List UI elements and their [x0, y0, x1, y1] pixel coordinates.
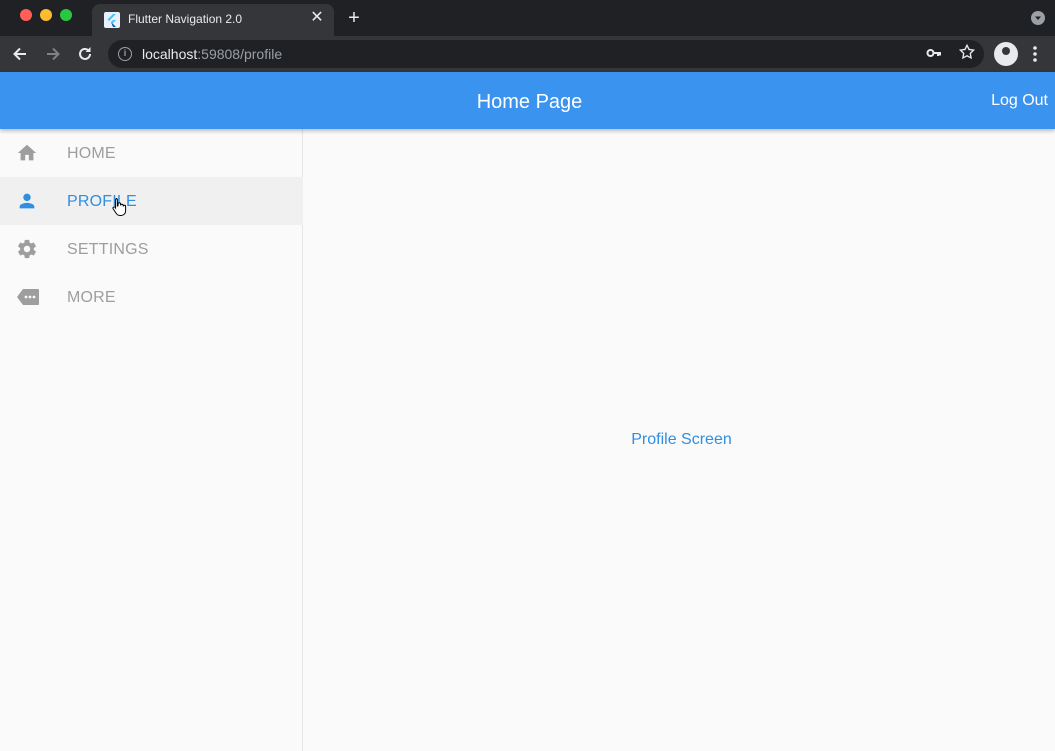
tab-search-icon[interactable]	[1031, 11, 1045, 25]
tab-title: Flutter Navigation 2.0	[128, 12, 243, 26]
reload-icon[interactable]	[75, 44, 95, 64]
sidebar-item-home[interactable]: HOME	[0, 129, 303, 177]
forward-arrow-icon[interactable]	[43, 44, 63, 64]
sidebar-item-label: MORE	[67, 289, 116, 306]
sidebar-item-label: HOME	[67, 145, 116, 162]
url-text[interactable]: localhost:59808/profile	[142, 46, 282, 62]
maximize-window-button[interactable]	[60, 9, 72, 21]
hand-cursor-icon	[112, 197, 128, 222]
sidebar-item-profile[interactable]: PROFILE	[0, 177, 303, 225]
back-arrow-icon[interactable]	[10, 44, 30, 64]
app-bar: Home Page Log Out	[0, 72, 1055, 129]
browser-titlebar: Flutter Navigation 2.0 ✕ +	[0, 0, 1055, 36]
browser-toolbar: i localhost:59808/profile	[0, 36, 1055, 72]
bookmark-star-icon[interactable]	[958, 43, 976, 66]
key-icon[interactable]	[926, 45, 942, 64]
profile-avatar-icon[interactable]	[994, 42, 1018, 66]
main-content: Profile Screen	[304, 129, 1055, 751]
sidebar: HOME PROFILE SETTINGS MORE	[0, 129, 303, 751]
page-title: Home Page	[476, 91, 583, 113]
home-icon	[16, 142, 38, 164]
more-tag-icon	[16, 286, 39, 308]
flutter-favicon-icon	[104, 12, 120, 28]
minimize-window-button[interactable]	[40, 9, 52, 21]
browser-tab[interactable]: Flutter Navigation 2.0 ✕	[92, 4, 334, 36]
info-icon[interactable]: i	[118, 47, 132, 61]
sidebar-item-label: SETTINGS	[67, 241, 149, 258]
sidebar-item-settings[interactable]: SETTINGS	[0, 225, 303, 273]
menu-kebab-icon[interactable]	[1032, 44, 1038, 69]
screen-label: Profile Screen	[631, 431, 732, 448]
address-bar[interactable]: i localhost:59808/profile	[108, 40, 984, 68]
url-host: localhost	[142, 46, 198, 62]
close-window-button[interactable]	[20, 9, 32, 21]
gear-icon	[16, 238, 38, 260]
person-icon	[16, 190, 38, 212]
tab-close-icon[interactable]: ✕	[308, 9, 326, 27]
url-path: :59808/profile	[197, 46, 283, 62]
logout-button[interactable]: Log Out	[991, 92, 1048, 110]
sidebar-item-more[interactable]: MORE	[0, 273, 303, 321]
new-tab-button[interactable]: +	[344, 8, 364, 28]
